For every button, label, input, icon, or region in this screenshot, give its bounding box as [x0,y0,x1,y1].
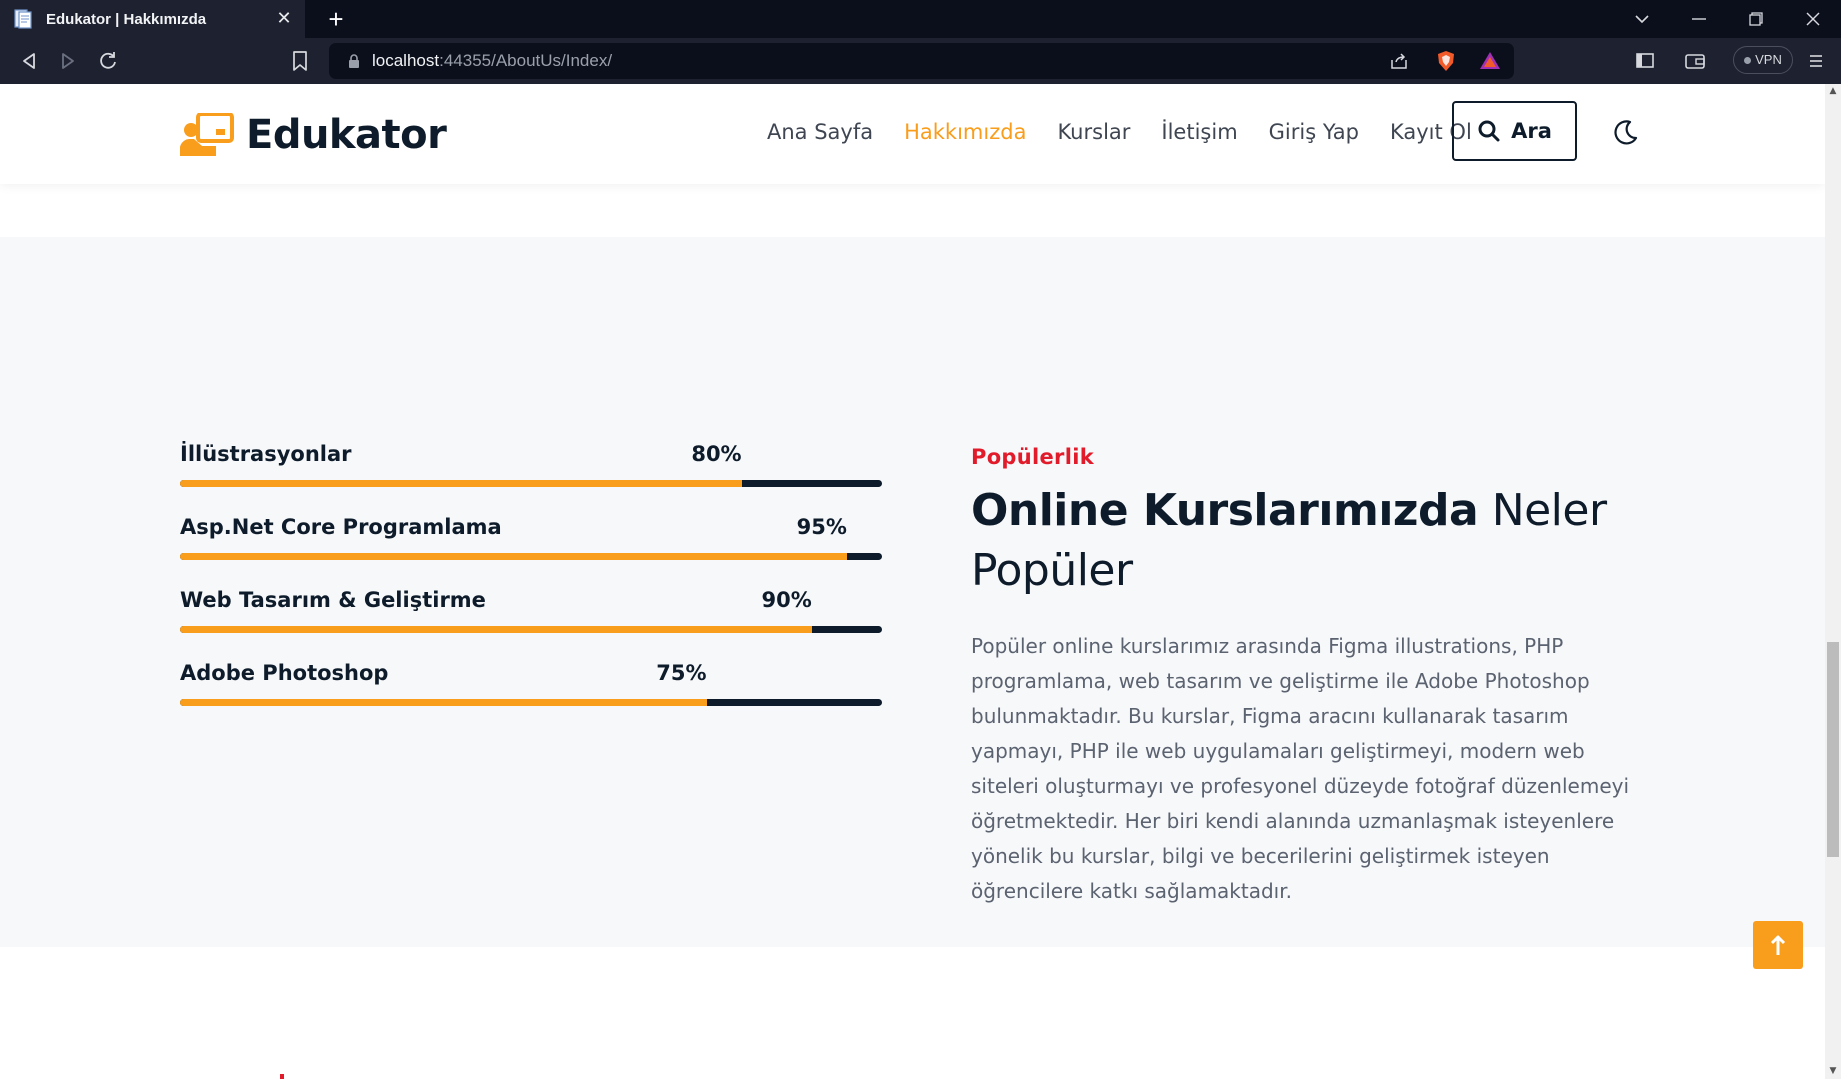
forward-icon[interactable] [53,46,83,76]
skill-name: Asp.Net Core Programlama [180,515,502,539]
web-page: Edukator Ana Sayfa Hakkımızda Kurslar İl… [0,84,1825,1079]
nav-item-hakkimizda[interactable]: Hakkımızda [904,120,1026,144]
bookmark-icon[interactable] [288,48,312,74]
skill-percent: 80% [691,442,742,466]
popularity-section: İllüstrasyonlar 80% Asp.Net Core Program… [0,237,1825,947]
section-title: Online Kurslarımızda Neler Popüler [971,481,1641,601]
section-title-bold: Online Kurslarımızda [971,485,1479,536]
scroll-up-arrow-icon[interactable]: ▲ [1828,86,1838,96]
share-icon[interactable] [1388,50,1410,72]
lock-icon [349,54,359,68]
scroll-down-arrow-icon[interactable]: ▼ [1828,1066,1838,1076]
skill-item: Asp.Net Core Programlama 95% [180,515,882,588]
skill-progress-bar [180,553,882,560]
browser-tab-bar: Edukator | Hakkımızda ✕ + [0,0,1841,38]
reload-icon[interactable] [93,46,123,76]
page-scrollbar[interactable]: ▲ ▼ [1825,84,1841,1079]
back-icon[interactable] [14,46,44,76]
skill-item: Adobe Photoshop 75% [180,661,882,734]
skill-item: Web Tasarım & Geliştirme 90% [180,588,882,661]
arrow-up-icon [1770,935,1786,955]
close-window-icon[interactable] [1784,0,1841,38]
minimize-icon[interactable] [1670,0,1728,38]
nav-item-giris-yap[interactable]: Giriş Yap [1269,120,1359,144]
skill-progress-bar [180,699,882,706]
url-text: localhost:44355/AboutUs/Index/ [372,51,613,70]
sidebar-toggle-icon[interactable] [1630,46,1660,76]
page-favicon-icon [14,9,32,29]
search-button-label: Ara [1511,119,1552,143]
vpn-button[interactable]: VPN [1733,46,1793,74]
skill-progress-fill [180,699,707,706]
close-tab-icon[interactable]: ✕ [273,8,295,30]
wallet-icon[interactable] [1680,46,1710,76]
skill-progress-fill [180,480,742,487]
skill-percent: 90% [761,588,812,612]
dark-mode-toggle-icon[interactable] [1610,118,1640,148]
search-icon [1478,120,1500,142]
skills-list: İllüstrasyonlar 80% Asp.Net Core Program… [180,442,882,734]
popularity-content: Popülerlik Online Kurslarımızda Neler Po… [971,445,1641,909]
tab-title: Edukator | Hakkımızda [46,10,207,28]
search-button[interactable]: Ara [1452,101,1577,161]
skill-name: Web Tasarım & Geliştirme [180,588,486,612]
nav-item-kurslar[interactable]: Kurslar [1057,120,1130,144]
section-description: Popüler online kurslarımız arasında Figm… [971,634,1630,903]
nav-item-ana-sayfa[interactable]: Ana Sayfa [767,120,873,144]
skill-progress-bar [180,480,882,487]
menu-icon[interactable] [1801,46,1831,76]
logo-icon [180,113,234,156]
logo-text: Edukator [246,112,447,158]
new-tab-icon[interactable]: + [322,5,350,33]
site-logo[interactable]: Edukator [180,112,447,158]
restore-icon[interactable] [1727,0,1785,38]
brave-shield-icon[interactable] [1435,50,1457,72]
address-bar[interactable]: localhost:44355/AboutUs/Index/ [329,43,1514,79]
site-header: Edukator Ana Sayfa Hakkımızda Kurslar İl… [0,84,1825,184]
brave-rewards-icon[interactable] [1479,50,1501,72]
skill-percent: 95% [796,515,847,539]
skill-percent: 75% [656,661,707,685]
skill-progress-bar [180,626,882,633]
tab-search-chevron-icon[interactable] [1613,0,1671,38]
skill-item: İllüstrasyonlar 80% [180,442,882,515]
skill-progress-fill [180,626,812,633]
skill-name: Adobe Photoshop [180,661,389,685]
browser-tab[interactable]: Edukator | Hakkımızda ✕ [0,0,305,38]
nav-item-iletisim[interactable]: İletişim [1161,120,1237,144]
main-nav: Ana Sayfa Hakkımızda Kurslar İletişim Gi… [767,120,1503,144]
skill-name: İllüstrasyonlar [180,442,352,466]
scroll-to-top-button[interactable] [1753,921,1803,969]
section-eyebrow: Popülerlik [971,445,1094,469]
scrollbar-thumb[interactable] [1827,642,1839,857]
skill-progress-fill [180,553,847,560]
vpn-status-icon [1744,57,1752,65]
next-section-eyebrow-fragment [280,1074,284,1079]
browser-toolbar: localhost:44355/AboutUs/Index/ VPN [0,38,1841,84]
